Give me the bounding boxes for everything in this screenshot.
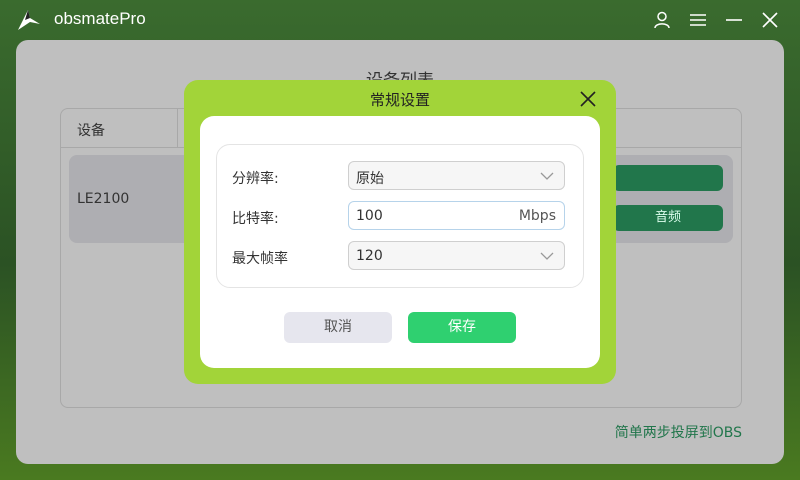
cancel-button[interactable]: 取消 [284,312,392,343]
audio-button[interactable]: 音频 [613,205,723,231]
chevron-down-icon [540,252,554,260]
close-icon[interactable] [578,89,598,109]
device-name: LE2100 [77,191,130,207]
resolution-select[interactable]: 原始 [348,161,565,190]
obs-guide-link[interactable]: 简单两步投屏到OBS [615,422,742,442]
column-divider [177,109,178,147]
save-button[interactable]: 保存 [408,312,516,343]
logo-icon [18,10,40,30]
title-bar: obsmatePro [0,0,800,40]
dialog-title: 常规设置 [369,91,430,109]
max-fps-value: 120 [356,248,383,264]
resolution-label: 分辨率: [232,171,279,187]
max-fps-select[interactable]: 120 [348,241,565,270]
resolution-value: 原始 [356,171,384,187]
settings-form: 分辨率: 原始 比特率: 100 Mbps 最大帧率 120 [216,144,584,288]
column-header-device: 设备 [77,123,105,139]
dialog-body: 分辨率: 原始 比特率: 100 Mbps 最大帧率 120 取消 保存 [200,116,600,368]
app-title: obsmatePro [54,9,146,28]
bitrate-unit: Mbps [518,208,556,224]
bitrate-label: 比特率: [232,211,279,227]
device-action-button[interactable] [613,165,723,191]
bitrate-value: 100 [356,208,383,224]
user-icon[interactable] [652,10,672,30]
max-fps-label: 最大帧率 [232,251,288,267]
minimize-icon[interactable] [724,10,744,30]
bitrate-input[interactable]: 100 Mbps [348,201,565,230]
close-icon[interactable] [760,10,780,30]
general-settings-dialog: 常规设置 分辨率: 原始 比特率: 100 Mbps 最大帧率 120 取消 保… [184,80,616,384]
menu-icon[interactable] [688,10,708,30]
chevron-down-icon [540,172,554,180]
